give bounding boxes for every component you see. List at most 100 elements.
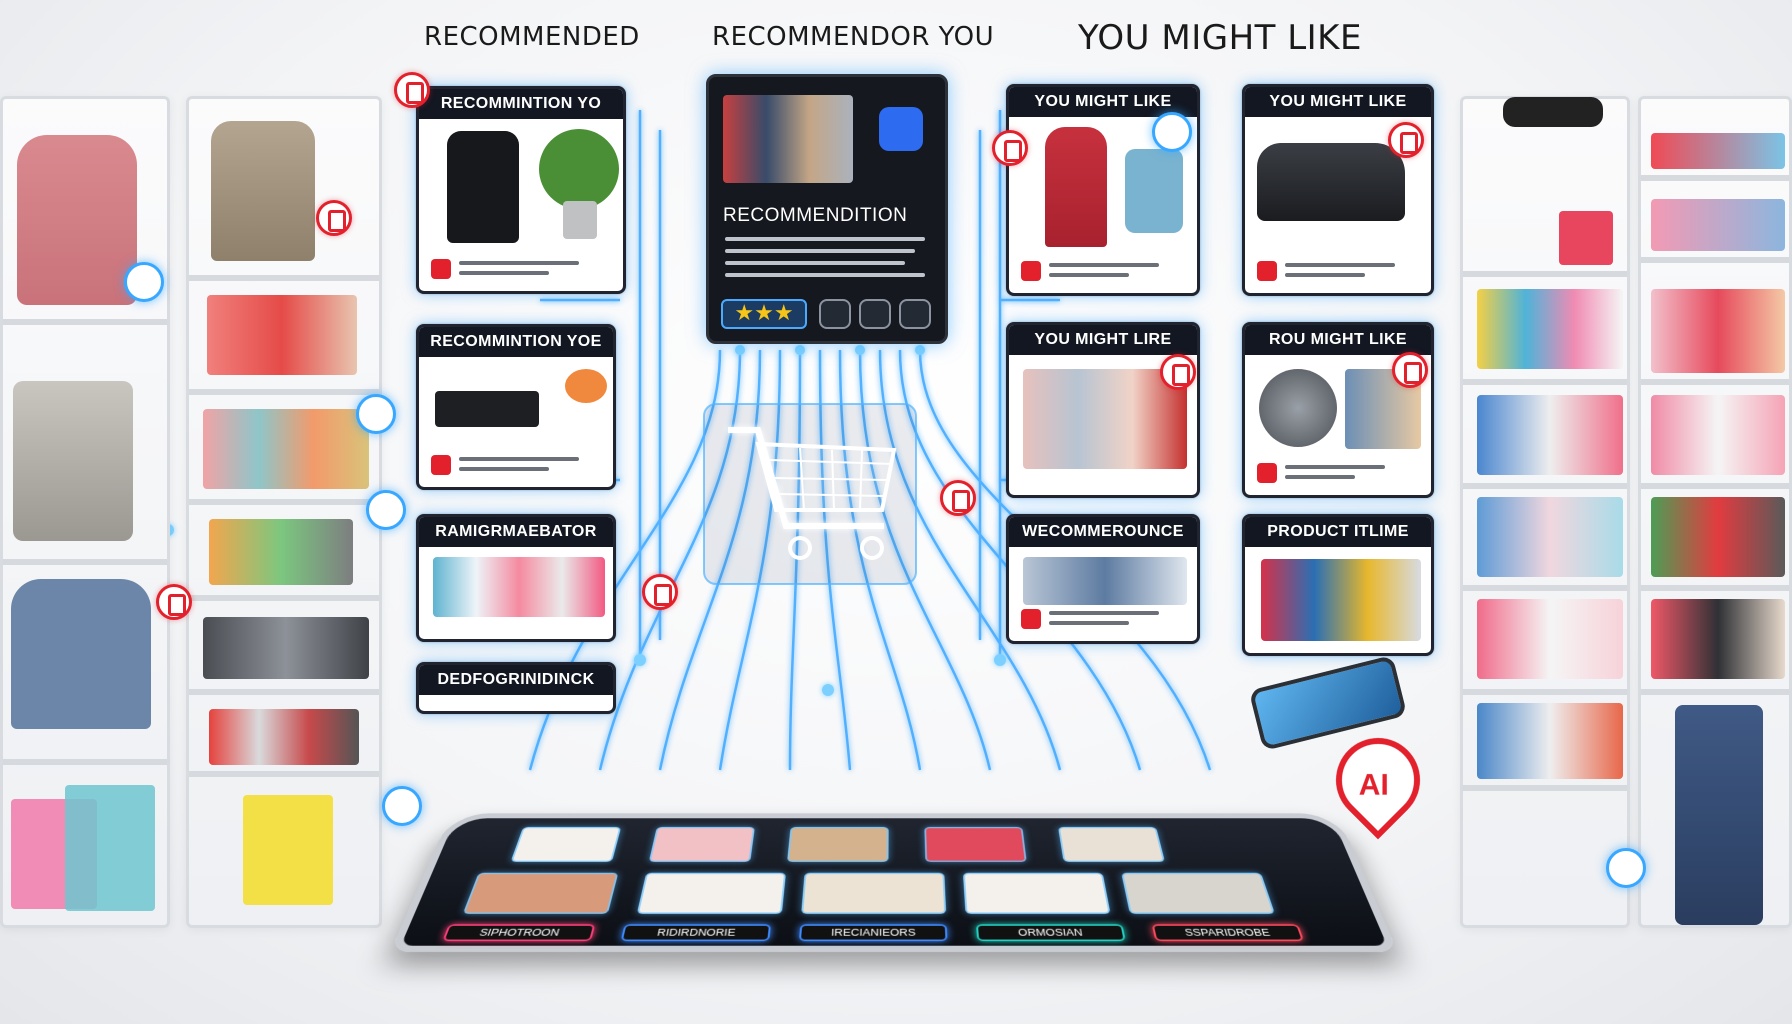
blue-bubble-icon[interactable] [1606,848,1646,888]
red-badge-icon[interactable] [940,480,976,516]
rec-card-small[interactable]: DEDFOGRINIDINCK [416,662,616,714]
tablet-device[interactable]: SIPHOTROON RIDIRDNORIE IRECIANIEORS ORMO… [390,813,1398,952]
red-dress [1045,127,1107,247]
red-container [1559,211,1613,265]
red-badge-icon[interactable] [1392,352,1428,388]
product-tile[interactable] [1121,873,1275,914]
sneakers [203,617,369,679]
colorful-boxes [1477,289,1623,369]
striped-packs [1477,497,1623,577]
product-packs [1477,395,1623,475]
red-badge-icon[interactable] [316,200,352,236]
rec-card-title: ROU MIGHT LIKE [1245,325,1431,355]
product-tile[interactable] [1058,827,1165,862]
more-button[interactable] [899,299,931,329]
blue-bubble-icon[interactable] [366,490,406,530]
tea-boxes [1651,395,1785,475]
category-pill[interactable]: RIDIRDNORIE [621,924,771,941]
rec-card-title: YOU MIGHT LIRE [1009,325,1197,355]
sunglasses [1503,97,1603,127]
rec-card-title: RAMIGRMAEBATOR [419,517,613,547]
pink-packs [1477,599,1623,679]
yellow-shopping-bag [243,795,333,905]
product-bottles [433,557,605,617]
rec-card-fan[interactable]: ROU MIGHT LIKE [1242,322,1434,498]
rec-card-title: YOU MIGHT LIKE [1245,87,1431,117]
potted-plant [539,129,619,209]
brand-logo-icon [431,259,451,279]
rec-card-title: WECOMMEROUNCE [1009,517,1197,547]
rec-card-blazer[interactable]: RECOMMINTION YO [416,86,626,294]
blue-bubble-icon[interactable] [382,786,422,826]
red-badge-icon[interactable] [394,72,430,108]
left-shelf-2 [186,96,382,928]
ai-label: AI [1359,769,1389,803]
product-tile[interactable] [787,827,889,862]
colorful-tins [1651,289,1785,373]
red-bottles [207,295,357,375]
product-tile[interactable] [637,873,786,914]
product-tile[interactable] [463,873,619,914]
category-pill[interactable]: SIPHOTROON [442,924,595,941]
brand-logo-icon [1257,261,1277,281]
black-device [435,391,539,427]
blue-bubble-icon[interactable] [124,262,164,302]
brand-logo-icon [1021,609,1041,629]
yellow-jars [209,519,353,585]
rating-stars: ★★★ [721,299,807,329]
rec-card-title: DEDFOGRINIDINCK [419,665,613,695]
panel-title: RECOMMENDITION [723,205,907,227]
household-items [1023,369,1187,469]
blue-jeans [1675,705,1763,925]
red-badge-icon[interactable] [1388,122,1424,158]
pink-wrap-dress [17,135,137,305]
rec-card-products[interactable]: PRODUCT ITLIME [1242,514,1434,656]
blue-skirt [1125,149,1183,233]
blue-bubble-icon[interactable] [356,394,396,434]
blue-tshirt [11,579,151,729]
cosmetic-bottles [203,409,369,489]
category-pill[interactable]: IRECIANIEORS [799,924,948,941]
shopping-cart-icon [700,400,920,620]
product-thumbnails [723,95,853,183]
desk-fan [1259,369,1337,447]
rec-card-household[interactable]: YOU MIGHT LIRE [1006,322,1200,498]
panel-icon [879,107,923,151]
colorful-bottles [1261,559,1421,641]
red-badge-icon[interactable] [1160,354,1196,390]
knit-sweater [211,121,315,261]
right-shelf-2 [1638,96,1792,928]
product-tile[interactable] [649,827,755,862]
red-badge-icon[interactable] [992,130,1028,166]
red-badge-icon[interactable] [156,584,192,620]
plant-pot [563,201,597,239]
red-badge-icon[interactable] [642,574,678,610]
left-clothing-rack-1 [0,96,170,928]
rec-card-car[interactable]: YOU MIGHT LIKE [1242,84,1434,296]
blue-bubble-icon[interactable] [1152,112,1192,152]
skincare-bottles [209,709,359,765]
product-tile[interactable] [963,873,1111,914]
brand-logo-icon [431,455,451,475]
rec-card-gadgets[interactable]: WECOMMEROUNCE [1006,514,1200,644]
right-shelf-1 [1460,96,1630,928]
product-tile[interactable] [511,827,622,862]
category-pill[interactable]: ORMOSIAN [976,924,1126,941]
product-tile[interactable] [924,827,1026,862]
red-bottles-right [1651,497,1785,577]
rec-card-bottles[interactable]: RAMIGRMAEBATOR [416,514,616,642]
rec-card-title: PRODUCT ITLIME [1245,517,1431,547]
share-button[interactable] [859,299,891,329]
toiletry-kits [1651,133,1785,169]
black-blazer [447,131,519,243]
product-tile[interactable] [801,873,946,914]
sequin-skirt [13,381,133,541]
beauty-boxes [1651,199,1785,251]
category-pill[interactable]: SSPARIDROBE [1152,924,1304,941]
recommendation-panel[interactable]: RECOMMENDITION ★★★ [706,74,948,344]
brand-logo-icon [1257,463,1277,483]
rec-card-electronics[interactable]: RECOMMINTION YOE [416,324,616,490]
settings-button[interactable] [819,299,851,329]
teal-shopping-bag [65,785,155,911]
gadgets-strip [1023,557,1187,605]
